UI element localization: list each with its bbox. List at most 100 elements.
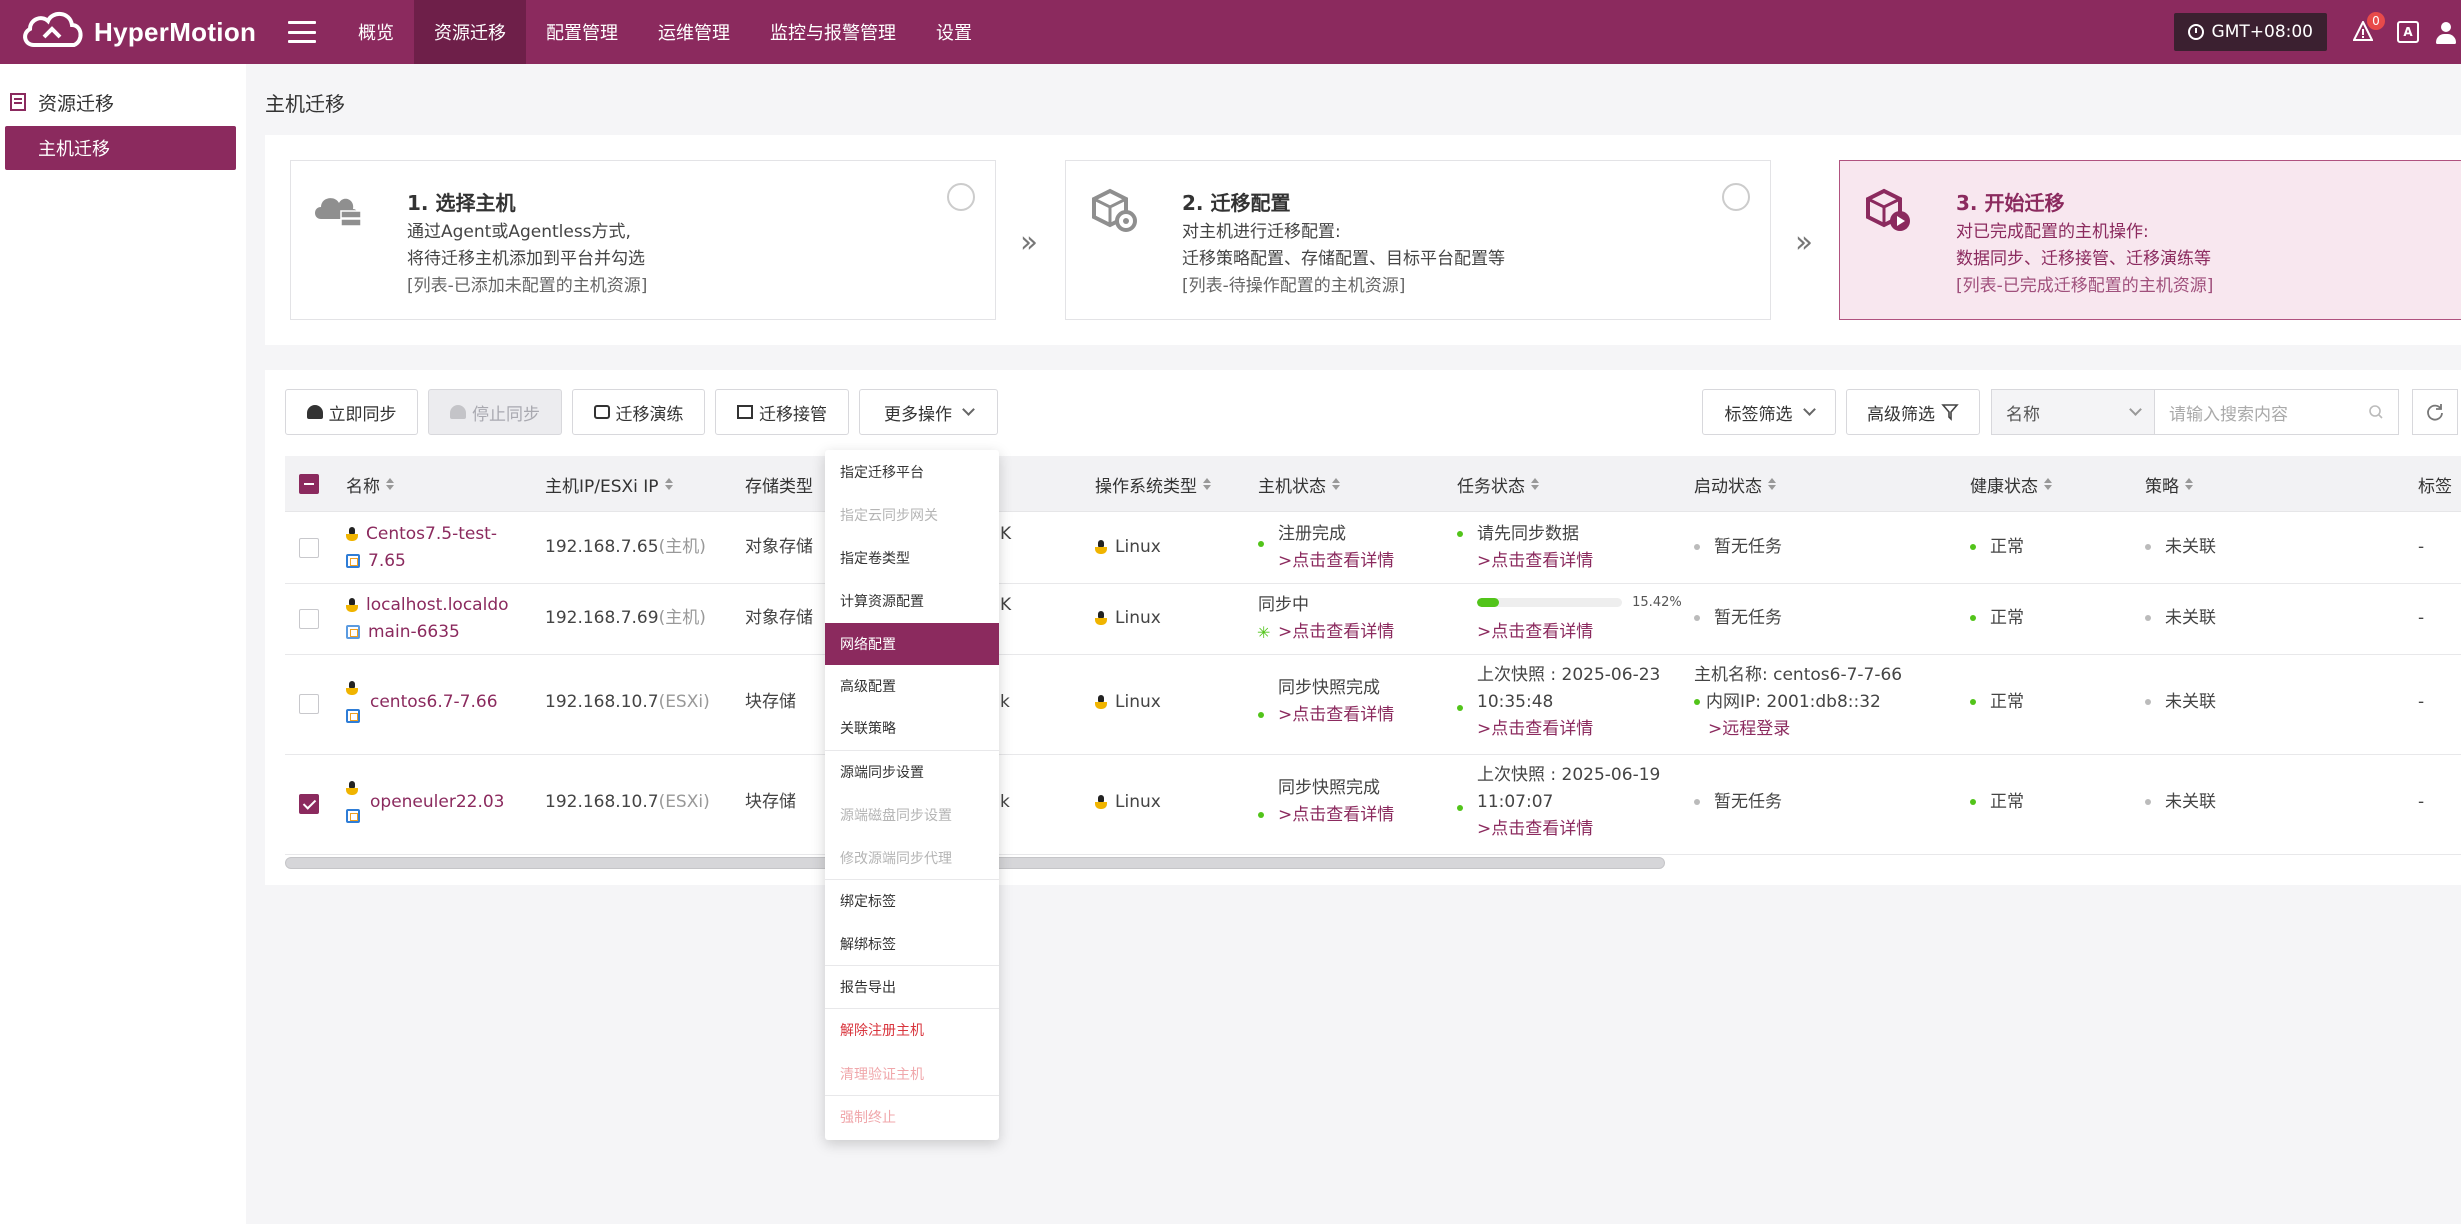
host-status-detail-link[interactable]: >点击查看详情 bbox=[1278, 619, 1394, 646]
sync-now-button[interactable]: 立即同步 bbox=[285, 389, 418, 435]
menu-item-modify-sync-proxy[interactable]: 修改源端同步代理 bbox=[825, 838, 999, 878]
filter-icon bbox=[1941, 404, 1959, 421]
sidebar-section-title[interactable]: 资源迁移 bbox=[0, 84, 246, 120]
menu-toggle-icon[interactable] bbox=[288, 21, 316, 43]
col-os-type[interactable]: 操作系统类型 bbox=[1095, 456, 1211, 512]
host-name-link[interactable]: openeuler22.03 bbox=[370, 789, 505, 816]
status-dot bbox=[2145, 699, 2151, 705]
menu-item-link-policy[interactable]: 关联策略 bbox=[825, 708, 999, 748]
step-3-desc-2: 数据同步、迁移接管、迁移演练等 bbox=[1956, 249, 2211, 269]
col-host-status[interactable]: 主机状态 bbox=[1258, 456, 1340, 512]
host-status-detail-link[interactable]: >点击查看详情 bbox=[1278, 548, 1394, 575]
stop-sync-button[interactable]: 停止同步 bbox=[428, 389, 562, 435]
row-checkbox[interactable] bbox=[299, 794, 319, 814]
menu-item-cleanup-verify-host[interactable]: 清理验证主机 bbox=[825, 1054, 999, 1094]
col-health-status[interactable]: 健康状态 bbox=[1970, 456, 2052, 512]
host-ip: 192.168.7.65 bbox=[545, 537, 659, 557]
vm-icon bbox=[346, 554, 360, 568]
migration-drill-button[interactable]: 迁移演练 bbox=[572, 389, 705, 435]
col-storage-type[interactable]: 存储类型 bbox=[745, 456, 813, 512]
nav-config-management[interactable]: 配置管理 bbox=[526, 0, 638, 64]
menu-item-compute-config[interactable]: 计算资源配置 bbox=[825, 581, 999, 621]
menu-item-unbind-tag[interactable]: 解绑标签 bbox=[825, 924, 999, 964]
user-icon[interactable] bbox=[2435, 20, 2457, 44]
host-ip: 192.168.10.7 bbox=[545, 692, 659, 712]
os-type: Linux bbox=[1115, 608, 1161, 628]
nav-resource-migration[interactable]: 资源迁移 bbox=[414, 0, 526, 64]
nav-monitoring-alerts[interactable]: 监控与报警管理 bbox=[750, 0, 916, 64]
col-policy[interactable]: 策略 bbox=[2145, 456, 2193, 512]
host-name-link[interactable]: localhost.localdo bbox=[366, 595, 509, 615]
host-status-detail-link[interactable]: >点击查看详情 bbox=[1278, 802, 1394, 829]
row-checkbox[interactable] bbox=[299, 694, 319, 714]
migration-takeover-button[interactable]: 迁移接管 bbox=[715, 389, 849, 435]
row-checkbox[interactable] bbox=[299, 538, 319, 558]
refresh-button[interactable] bbox=[2412, 389, 2458, 435]
nav-settings[interactable]: 设置 bbox=[916, 0, 992, 64]
table-row[interactable]: localhost.localdo main-6635 192.168.7.69… bbox=[285, 584, 2461, 655]
tag-filter-button[interactable]: 标签筛选 bbox=[1702, 389, 1836, 435]
step-1-radio[interactable] bbox=[947, 183, 975, 211]
step-start-migration[interactable]: 3. 开始迁移 对已完成配置的主机操作: 数据同步、迁移接管、迁移演练等 [列表… bbox=[1839, 160, 2461, 320]
menu-item-unregister-host[interactable]: 解除注册主机 bbox=[825, 1010, 999, 1050]
vm-icon bbox=[346, 709, 360, 723]
alert-bell-icon[interactable]: 0 bbox=[2351, 12, 2385, 44]
advanced-filter-button[interactable]: 高级筛选 bbox=[1846, 389, 1980, 435]
host-status: 注册完成 bbox=[1278, 524, 1346, 544]
menu-item-network-config[interactable]: 网络配置 bbox=[825, 623, 999, 665]
table-row[interactable]: openeuler22.03 192.168.10.7(ESXi) 块存储 k … bbox=[285, 755, 2461, 855]
col-host-ip[interactable]: 主机IP/ESXi IP bbox=[545, 456, 673, 512]
page-title: 主机迁移 bbox=[265, 92, 345, 116]
hidden-column-value: k bbox=[1000, 692, 1010, 712]
col-name[interactable]: 名称 bbox=[346, 456, 394, 512]
sort-icon bbox=[1332, 478, 1340, 490]
host-name-link[interactable]: main-6635 bbox=[368, 622, 460, 642]
menu-item-assign-volume-type[interactable]: 指定卷类型 bbox=[825, 538, 999, 578]
host-status-detail-link[interactable]: >点击查看详情 bbox=[1278, 702, 1394, 729]
task-detail-link[interactable]: >点击查看详情 bbox=[1477, 619, 1593, 646]
task-detail-link[interactable]: >点击查看详情 bbox=[1477, 716, 1593, 743]
storage-type: 块存储 bbox=[745, 792, 796, 812]
menu-item-assign-platform[interactable]: 指定迁移平台 bbox=[825, 452, 999, 492]
task-detail-link[interactable]: >点击查看详情 bbox=[1477, 816, 1593, 843]
host-status: 同步快照完成 bbox=[1278, 678, 1380, 698]
col-task-status[interactable]: 任务状态 bbox=[1457, 456, 1539, 512]
more-actions-button[interactable]: 更多操作 bbox=[859, 389, 998, 435]
host-name-link[interactable]: 7.65 bbox=[368, 551, 406, 571]
step-migration-config[interactable]: 2. 迁移配置 对主机进行迁移配置: 迁移策略配置、存储配置、目标平台配置等 [… bbox=[1065, 160, 1771, 320]
linux-icon bbox=[1095, 611, 1107, 625]
sort-icon bbox=[664, 478, 673, 490]
remote-login-link[interactable]: >远程登录 bbox=[1708, 716, 1790, 743]
migration-steps-panel: 1. 选择主机 通过Agent或Agentless方式, 将待迁移主机添加到平台… bbox=[265, 135, 2461, 345]
menu-item-force-terminate[interactable]: 强制终止 bbox=[825, 1097, 999, 1137]
nav-overview[interactable]: 概览 bbox=[338, 0, 414, 64]
health-status: 正常 bbox=[1990, 692, 2024, 712]
menu-item-export-report[interactable]: 报告导出 bbox=[825, 967, 999, 1007]
col-tag[interactable]: 标签 bbox=[2418, 456, 2452, 512]
col-boot-status[interactable]: 启动状态 bbox=[1694, 456, 1776, 512]
timezone-indicator[interactable]: GMT+08:00 bbox=[2173, 13, 2327, 51]
step-select-host[interactable]: 1. 选择主机 通过Agent或Agentless方式, 将待迁移主机添加到平台… bbox=[290, 160, 996, 320]
task-detail-link[interactable]: >点击查看详情 bbox=[1477, 548, 1593, 575]
select-all-checkbox[interactable] bbox=[299, 474, 319, 494]
menu-item-bind-tag[interactable]: 绑定标签 bbox=[825, 881, 999, 921]
app-logo[interactable]: HyperMotion bbox=[20, 7, 260, 57]
menu-item-assign-cloud-gateway[interactable]: 指定云同步网关 bbox=[825, 495, 999, 535]
host-name-link[interactable]: Centos7.5-test- bbox=[366, 524, 497, 544]
hidden-column-value: K bbox=[1000, 524, 1012, 544]
sidebar-item-host-migration[interactable]: 主机迁移 bbox=[5, 126, 236, 170]
menu-item-source-sync-settings[interactable]: 源端同步设置 bbox=[825, 752, 999, 792]
row-checkbox[interactable] bbox=[299, 609, 319, 629]
host-name-link[interactable]: centos6.7-7.66 bbox=[370, 689, 498, 716]
search-input[interactable]: 请输入搜索内容 bbox=[2155, 389, 2399, 435]
step-2-radio[interactable] bbox=[1722, 183, 1750, 211]
status-dot bbox=[2145, 615, 2151, 621]
nav-ops-management[interactable]: 运维管理 bbox=[638, 0, 750, 64]
table-row[interactable]: centos6.7-7.66 192.168.10.7(ESXi) 块存储 k … bbox=[285, 655, 2461, 755]
host-ip: 192.168.10.7 bbox=[545, 792, 659, 812]
menu-item-advanced-config[interactable]: 高级配置 bbox=[825, 666, 999, 706]
search-field-select[interactable]: 名称 bbox=[1991, 389, 2155, 435]
table-row[interactable]: Centos7.5-test- 7.65 192.168.7.65(主机) 对象… bbox=[285, 513, 2461, 584]
menu-item-source-disk-sync-settings[interactable]: 源端磁盘同步设置 bbox=[825, 795, 999, 835]
language-icon[interactable]: A bbox=[2397, 21, 2419, 43]
